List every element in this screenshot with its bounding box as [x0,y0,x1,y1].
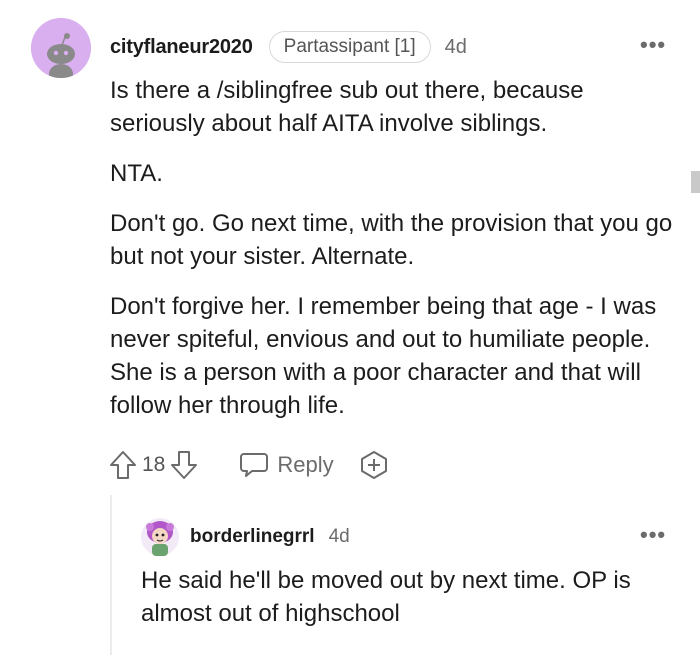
upvote-button[interactable] [108,449,138,481]
reply-body: He said he'll be moved out by next time.… [141,564,681,630]
scrollbar-thumb[interactable] [691,171,700,193]
comment-paragraph: NTA. [110,160,163,187]
reply-username[interactable]: borderlinegrrl [190,526,315,548]
comment-action-bar: 18 Reply [108,445,390,485]
vote-count: 18 [142,453,166,476]
comment-timestamp[interactable]: 4d [445,36,467,59]
thread-line[interactable] [110,495,112,655]
downvote-button[interactable] [169,449,199,481]
reply-user-avatar[interactable] [141,518,179,556]
reply-more-options-button[interactable]: ••• [640,524,666,546]
reply-button[interactable]: Reply [239,451,334,479]
award-button[interactable] [358,449,390,481]
reply-label: Reply [277,452,334,477]
comment-paragraph: Don't forgive her. I remember being that… [110,293,657,419]
comment-username[interactable]: cityflaneur2020 [110,36,253,59]
reply-text: He said he'll be moved out by next time.… [141,567,631,627]
comment-paragraph: Don't go. Go next time, with the provisi… [110,210,673,270]
comment-more-options-button[interactable]: ••• [640,34,666,56]
user-avatar[interactable] [31,18,91,78]
downvote-arrow-icon [171,451,198,479]
comment-paragraph: Is there a /siblingfree sub out there, b… [110,77,584,137]
user-flair: Partassipant [1] [268,31,431,63]
comment-body: Is there a /siblingfree sub out there, b… [110,74,680,439]
custom-avatar-icon [141,518,179,556]
reply-header: borderlinegrrl 4d [190,522,350,552]
speech-bubble-icon [240,453,269,477]
upvote-arrow-icon [110,451,136,479]
snoo-avatar-icon [31,18,91,78]
award-plus-icon [360,451,387,479]
comment-header: cityflaneur2020 Partassipant [1] 4d [110,31,467,63]
reply-timestamp[interactable]: 4d [329,526,350,548]
